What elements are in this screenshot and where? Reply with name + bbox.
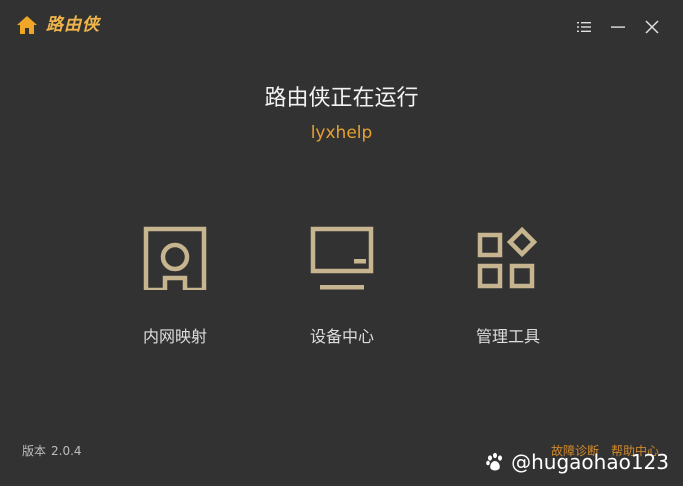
tile-management-tools[interactable]: 管理工具	[443, 222, 573, 358]
watermark-text: @hugaohao123	[511, 450, 669, 474]
version-info: 版本 2.0.4	[22, 443, 87, 459]
version-label: 版本	[22, 444, 47, 458]
tile-label-device-center: 设备中心	[309, 327, 374, 346]
tile-port-mapping[interactable]: 内网映射	[110, 222, 240, 358]
monitor-icon	[310, 226, 374, 290]
app-window: 路由侠 路由侠正在运行 lyxhelp 内网映射 设备中心 管理工具 版本 2.…	[0, 0, 683, 486]
status-panel: 路由侠正在运行 lyxhelp	[0, 84, 683, 144]
running-status: 路由侠正在运行	[264, 86, 419, 111]
app-name: 路由侠	[46, 15, 100, 35]
list-menu-icon	[577, 21, 591, 33]
tile-label-management-tools: 管理工具	[475, 327, 540, 346]
paw-icon	[485, 452, 505, 472]
watermark: @hugaohao123	[485, 449, 669, 475]
menu-button[interactable]	[573, 16, 595, 38]
tile-device-center[interactable]: 设备中心	[277, 222, 407, 358]
home-icon	[16, 15, 38, 35]
username-link[interactable]: lyxhelp	[0, 122, 683, 144]
app-logo: 路由侠	[16, 14, 100, 36]
close-icon	[645, 20, 659, 34]
title-bar: 路由侠	[0, 0, 683, 54]
minimize-button[interactable]	[607, 16, 629, 38]
feature-tiles: 内网映射 设备中心 管理工具	[0, 222, 683, 362]
tile-label-port-mapping: 内网映射	[142, 327, 207, 346]
port-mapping-icon	[143, 226, 207, 290]
apps-grid-icon	[476, 226, 540, 290]
version-number: 2.0.4	[51, 444, 82, 458]
minimize-icon	[611, 21, 625, 33]
close-button[interactable]	[641, 16, 663, 38]
